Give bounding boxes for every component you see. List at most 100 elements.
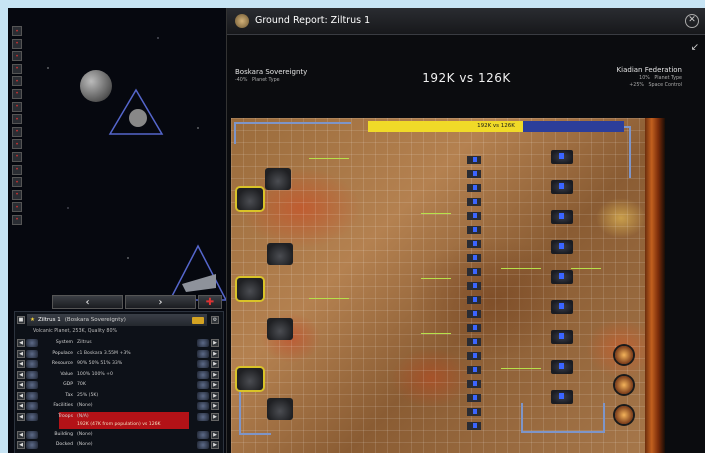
toolbar-button[interactable]: • (12, 88, 22, 99)
defender-infantry-unit[interactable] (467, 282, 481, 290)
left-arrow-icon[interactable]: ◀ (17, 430, 25, 439)
defender-name: Kiadian Federation (616, 66, 682, 74)
toolbar-button[interactable]: • (12, 189, 22, 200)
left-arrow-icon[interactable]: ◀ (17, 391, 25, 400)
defender-infantry-unit[interactable] (467, 366, 481, 374)
defender-infantry-unit[interactable] (467, 394, 481, 402)
stat-icon (197, 441, 209, 449)
collapse-arrow-icon[interactable]: ↙ (691, 42, 699, 53)
prev-planet-button[interactable]: ‹ (52, 295, 123, 309)
defender-infantry-unit[interactable] (467, 352, 481, 360)
left-arrow-icon[interactable]: ◀ (17, 360, 25, 368)
toolbar-button[interactable]: • (12, 76, 22, 87)
stat-value: 25% (5K) (77, 392, 99, 398)
defender-mech-unit[interactable] (551, 210, 573, 224)
enemy-fleet-triangle[interactable] (168, 244, 228, 302)
toolbar-button[interactable]: • (12, 51, 22, 62)
fleet-selection-triangle[interactable] (108, 88, 164, 136)
right-arrow-icon[interactable]: ▶ (211, 349, 219, 358)
planet-card: ★ Ziltrus 1 (Boskara Sovereignty) ■ ⚙ Vo… (14, 311, 224, 453)
right-arrow-icon[interactable]: ▶ (211, 430, 219, 439)
attacker-tank-unit[interactable] (267, 243, 293, 265)
defender-infantry-unit[interactable] (467, 254, 481, 262)
right-arrow-icon[interactable]: ▶ (211, 360, 219, 368)
planet-pager: ‹ › ✚ (52, 295, 222, 309)
attacker-tank-unit[interactable] (267, 398, 293, 420)
close-panel-button[interactable]: ✚ (198, 295, 222, 309)
right-arrow-icon[interactable]: ▶ (211, 391, 219, 400)
planet-stat-row: ◀ Tax 25% (5K) ▶ (15, 391, 223, 401)
left-arrow-icon[interactable]: ◀ (17, 412, 25, 421)
left-arrow-icon[interactable]: ◀ (17, 370, 25, 379)
defender-mech-unit[interactable] (551, 180, 573, 194)
toolbar-button[interactable]: • (12, 164, 22, 175)
defender-infantry-unit[interactable] (467, 212, 481, 220)
close-button[interactable]: ✕ (685, 14, 699, 28)
stat-icon (197, 360, 209, 368)
attacker-tank-unit[interactable] (237, 278, 263, 300)
defender-infantry-unit[interactable] (467, 296, 481, 304)
window-titlebar[interactable]: Ground Report: Ziltrus 1 ✕ (227, 8, 705, 35)
right-arrow-icon[interactable]: ▶ (211, 381, 219, 389)
planet-stat-row: ◀ Populace c1 Boskara 3.55M +3% ▶ (15, 349, 223, 359)
defender-turret-unit[interactable] (615, 376, 633, 394)
defender-mech-unit[interactable] (551, 270, 573, 284)
lock-icon[interactable]: ■ (17, 316, 25, 324)
left-arrow-icon[interactable]: ◀ (17, 349, 25, 358)
planet-settings-icon[interactable]: ⚙ (211, 316, 219, 324)
toolbar-button[interactable]: • (12, 26, 22, 36)
defender-infantry-unit[interactable] (467, 156, 481, 164)
toolbar-button[interactable]: • (12, 139, 22, 150)
toolbar-button[interactable]: • (12, 126, 22, 137)
defender-mech-unit[interactable] (551, 390, 573, 404)
defender-turret-unit[interactable] (615, 346, 633, 364)
defender-infantry-unit[interactable] (467, 198, 481, 206)
right-arrow-icon[interactable]: ▶ (211, 402, 219, 410)
defender-infantry-unit[interactable] (467, 240, 481, 248)
attacker-tank-unit[interactable] (237, 368, 263, 390)
planet-stat-row: ◀ Value 100% 100% +0 ▶ (15, 370, 223, 380)
defender-infantry-unit[interactable] (467, 310, 481, 318)
right-arrow-icon[interactable]: ▶ (211, 339, 219, 347)
planet-card-header: ★ Ziltrus 1 (Boskara Sovereignty) (27, 314, 207, 326)
toolbar-button[interactable]: • (12, 202, 22, 213)
defender-mech-unit[interactable] (551, 360, 573, 374)
left-arrow-icon[interactable]: ◀ (17, 381, 25, 389)
left-arrow-icon[interactable]: ◀ (17, 339, 25, 347)
attacker-tank-unit[interactable] (265, 168, 291, 190)
defender-infantry-unit[interactable] (467, 226, 481, 234)
next-planet-button[interactable]: › (125, 295, 196, 309)
defender-mech-unit[interactable] (551, 240, 573, 254)
attacker-tank-unit[interactable] (267, 318, 293, 340)
toolbar-button[interactable]: • (12, 214, 22, 225)
defender-infantry-unit[interactable] (467, 422, 481, 430)
right-arrow-icon[interactable]: ▶ (211, 412, 219, 421)
defender-mech-unit[interactable] (551, 300, 573, 314)
toolbar-button[interactable]: • (12, 177, 22, 188)
defender-infantry-unit[interactable] (467, 184, 481, 192)
defender-infantry-unit[interactable] (467, 170, 481, 178)
defender-mech-unit[interactable] (551, 330, 573, 344)
stat-value: 70K (77, 382, 86, 387)
right-arrow-icon[interactable]: ▶ (211, 370, 219, 379)
defender-infantry-unit[interactable] (467, 338, 481, 346)
grid-line-marker (421, 333, 451, 334)
toolbar-button[interactable]: • (12, 63, 22, 74)
defender-infantry-unit[interactable] (467, 268, 481, 276)
left-arrow-icon[interactable]: ◀ (17, 441, 25, 449)
defender-turret-unit[interactable] (615, 406, 633, 424)
toolbar-button[interactable]: • (12, 38, 22, 49)
troops-comparison: 192K (47K from population) vs 126K (77, 421, 161, 427)
left-arrow-icon[interactable]: ◀ (17, 402, 25, 410)
toolbar-button[interactable]: • (12, 114, 22, 125)
right-arrow-icon[interactable]: ▶ (211, 441, 219, 449)
toolbar-button[interactable]: • (12, 151, 22, 162)
defender-mech-unit[interactable] (551, 150, 573, 164)
defender-infantry-unit[interactable] (467, 324, 481, 332)
stat-value: Ziltrus (77, 340, 92, 345)
stat-icon (197, 412, 209, 421)
defender-infantry-unit[interactable] (467, 380, 481, 388)
defender-infantry-unit[interactable] (467, 408, 481, 416)
toolbar-button[interactable]: • (12, 101, 22, 112)
attacker-tank-unit[interactable] (237, 188, 263, 210)
